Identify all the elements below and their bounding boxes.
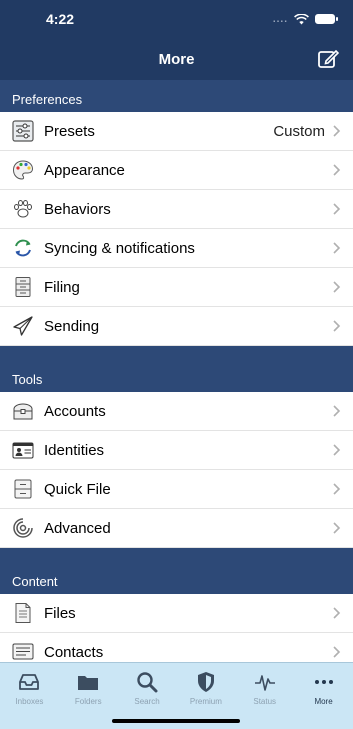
- files-label: Files: [44, 604, 76, 622]
- row-files[interactable]: Files: [0, 594, 353, 633]
- accounts-label: Accounts: [44, 402, 106, 420]
- tab-status[interactable]: Status: [235, 663, 294, 729]
- sync-icon: [10, 235, 36, 261]
- row-filing[interactable]: Filing: [0, 268, 353, 307]
- row-accounts[interactable]: Accounts: [0, 392, 353, 431]
- chevron-right-icon: [333, 522, 341, 534]
- behaviors-label: Behaviors: [44, 200, 111, 218]
- presets-label: Presets: [44, 122, 95, 140]
- section-header-tools: Tools: [0, 346, 353, 392]
- status-indicators: ....: [272, 13, 338, 25]
- chevron-right-icon: [333, 405, 341, 417]
- chevron-right-icon: [333, 203, 341, 215]
- status-bar: 4:22 ....: [0, 0, 353, 38]
- chevron-right-icon: [333, 320, 341, 332]
- row-sending[interactable]: Sending: [0, 307, 353, 346]
- quick-file-label: Quick File: [44, 480, 111, 498]
- chevron-right-icon: [333, 164, 341, 176]
- chevron-right-icon: [333, 444, 341, 456]
- paw-icon: [10, 196, 36, 222]
- paper-plane-icon: [10, 313, 36, 339]
- drawer-icon: [10, 476, 36, 502]
- chest-icon: [10, 398, 36, 424]
- section-header-preferences: Preferences: [0, 80, 353, 112]
- sending-label: Sending: [44, 317, 100, 335]
- search-icon: [137, 672, 158, 693]
- advanced-label: Advanced: [44, 519, 111, 537]
- chevron-right-icon: [333, 125, 341, 137]
- compose-icon[interactable]: [317, 48, 339, 70]
- more-icon: [314, 680, 333, 684]
- inbox-icon: [19, 674, 40, 690]
- home-indicator: [112, 719, 240, 723]
- tab-label: Status: [253, 697, 277, 706]
- appearance-label: Appearance: [44, 161, 125, 179]
- chevron-right-icon: [333, 483, 341, 495]
- signal-icon: ....: [272, 13, 288, 25]
- tab-inboxes[interactable]: Inboxes: [0, 663, 59, 729]
- identities-label: Identities: [44, 441, 105, 459]
- chevron-right-icon: [333, 281, 341, 293]
- filing-label: Filing: [44, 278, 80, 296]
- wifi-icon: [294, 13, 309, 24]
- battery-icon: [315, 14, 338, 24]
- section-header-content: Content: [0, 548, 353, 594]
- row-presets[interactable]: Presets Custom: [0, 112, 353, 151]
- pulse-icon: [254, 675, 275, 691]
- tab-label: Search: [134, 697, 160, 706]
- tab-label: More: [314, 697, 333, 706]
- tab-more[interactable]: More: [294, 663, 353, 729]
- row-identities[interactable]: Identities: [0, 431, 353, 470]
- shield-icon: [197, 672, 214, 692]
- contacts-label: Contacts: [44, 643, 104, 661]
- row-syncing[interactable]: Syncing & notifications: [0, 229, 353, 268]
- tab-folders[interactable]: Folders: [59, 663, 118, 729]
- row-appearance[interactable]: Appearance: [0, 151, 353, 190]
- document-icon: [10, 600, 36, 626]
- row-quick-file[interactable]: Quick File: [0, 470, 353, 509]
- tab-label: Inboxes: [15, 697, 44, 706]
- cyclone-icon: [10, 515, 36, 541]
- tab-label: Premium: [189, 697, 222, 706]
- nav-bar: More: [0, 38, 353, 80]
- page-title: More: [158, 50, 195, 68]
- syncing-label: Syncing & notifications: [44, 239, 195, 257]
- chevron-right-icon: [333, 242, 341, 254]
- palette-icon: [10, 157, 36, 183]
- row-behaviors[interactable]: Behaviors: [0, 190, 353, 229]
- tab-label: Folders: [74, 697, 102, 706]
- chevron-right-icon: [333, 646, 341, 658]
- row-advanced[interactable]: Advanced: [0, 509, 353, 548]
- folder-icon: [78, 676, 99, 690]
- id-card-icon: [10, 437, 36, 463]
- presets-value: Custom: [273, 122, 325, 140]
- status-time: 4:22: [46, 11, 75, 27]
- sliders-icon: [10, 118, 36, 144]
- filing-cabinet-icon: [10, 274, 36, 300]
- chevron-right-icon: [333, 607, 341, 619]
